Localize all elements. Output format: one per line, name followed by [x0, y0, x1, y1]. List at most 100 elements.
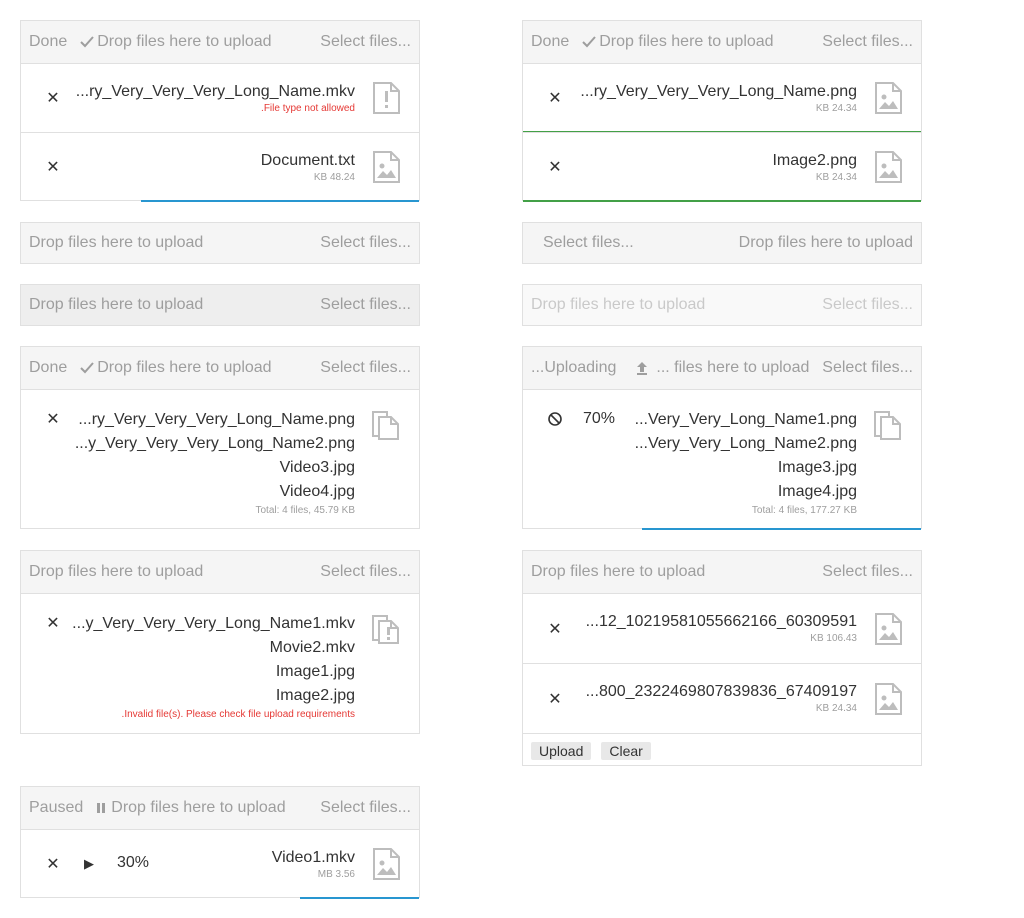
multiple-files-icon [371, 408, 401, 440]
upload-widget-6: Drop files here to upload Select files..… [522, 284, 922, 326]
drop-zone[interactable]: Drop files here to upload Select files..… [21, 223, 419, 263]
drop-hint: Drop files here to upload [531, 296, 706, 313]
file-name: Image4.jpg [777, 483, 857, 500]
file-name: Movie2.mkv [269, 639, 355, 656]
check-icon [79, 34, 95, 50]
drop-hint: Drop files here to upload [29, 563, 204, 580]
upload-button[interactable]: Upload [531, 741, 592, 760]
drop-hint: Drop files here to upload [738, 234, 913, 251]
file-size: KB 24.34 [815, 172, 857, 183]
image-file-icon [371, 848, 401, 880]
select-files-button[interactable]: Select files... [822, 359, 913, 377]
batch-total: Total: 4 files, 45.79 KB [255, 505, 355, 516]
upload-widget-3: Drop files here to upload Select files..… [20, 222, 420, 264]
status-label: ...Uploading [531, 359, 617, 376]
action-bar: Upload Clear [523, 733, 921, 767]
multiple-files-icon [873, 408, 903, 440]
select-files-button[interactable]: Select files... [320, 234, 411, 252]
file-name: Video3.jpg [279, 459, 355, 476]
file-name: ...Very_Very_Long_Name2.png [634, 435, 857, 452]
status-label: Done [29, 359, 68, 376]
upload-widget-2: Done Drop files here to upload Select fi… [522, 20, 922, 202]
file-item: ✕ Image2.png KB 24.34 [523, 132, 921, 202]
file-item: ✕ ...12_10219581055662166_60309591 KB 10… [523, 593, 921, 663]
remove-icon[interactable]: ✕ [45, 159, 61, 176]
file-name: Image1.jpg [275, 663, 355, 680]
drop-zone[interactable]: Drop files here to upload Select files..… [21, 551, 419, 593]
upload-widget-11: Paused Drop files here to upload Select … [20, 786, 420, 899]
file-size: KB 48.24 [313, 172, 355, 183]
file-name: ...ry_Very_Very_Very_Long_Name.mkv [75, 83, 355, 100]
check-icon [79, 360, 95, 376]
select-files-button[interactable]: Select files... [320, 563, 411, 581]
remove-icon[interactable]: ✕ [547, 621, 563, 638]
drop-hint: Drop files here to upload [29, 234, 204, 251]
select-files-button[interactable]: Select files... [320, 296, 411, 314]
drop-zone[interactable]: Select files... Drop files here to uploa… [523, 223, 921, 263]
success-bar [523, 200, 921, 202]
file-item: ✕ ...800_2322469807839836_67409197 KB 24… [523, 663, 921, 733]
drop-zone[interactable]: Drop files here to upload Select files..… [523, 551, 921, 593]
file-item: ✕ ...ry_Very_Very_Very_Long_Name.png KB … [523, 63, 921, 133]
file-size: KB 24.34 [815, 103, 857, 114]
remove-icon[interactable]: ✕ [547, 159, 563, 176]
select-files-button[interactable]: Select files... [543, 234, 634, 252]
remove-icon[interactable]: ✕ [45, 411, 61, 428]
file-name: Image3.jpg [777, 459, 857, 476]
drop-zone[interactable]: Done Drop files here to upload Select fi… [21, 347, 419, 389]
cancel-icon[interactable] [547, 411, 563, 427]
upload-widget-5: Drop files here to upload Select files..… [20, 284, 420, 326]
drop-hint: Drop files here to upload [531, 563, 706, 580]
select-files-button[interactable]: Select files... [320, 799, 411, 817]
file-size: MB 3.56 [317, 869, 355, 880]
file-name: ...Very_Very_Long_Name1.png [634, 411, 857, 428]
status-label: Done [29, 33, 68, 50]
resume-icon[interactable]: ▶ [81, 856, 97, 872]
drop-hint: Drop files here to upload [111, 799, 286, 816]
file-batch: 70% ...Very_Very_Long_Name1.png ...Very_… [523, 389, 921, 530]
drop-zone[interactable]: Drop files here to upload Select files..… [21, 285, 419, 325]
file-name: Document.txt [260, 152, 355, 169]
select-files-button: Select files... [822, 296, 913, 313]
progress-bar [642, 528, 921, 530]
warning-file-icon [371, 82, 401, 114]
remove-icon[interactable]: ✕ [45, 856, 61, 873]
file-error: .File type not allowed [261, 103, 355, 114]
drop-hint: Drop files here to upload [97, 33, 272, 50]
remove-icon[interactable]: ✕ [547, 691, 563, 708]
remove-icon[interactable]: ✕ [45, 615, 61, 632]
upload-widget-1: Done Drop files here to upload Select fi… [20, 20, 420, 202]
select-files-button[interactable]: Select files... [320, 33, 411, 51]
file-name: ...y_Very_Very_Very_Long_Name2.png [74, 435, 355, 452]
file-size: KB 106.43 [810, 633, 857, 644]
file-item: ✕ Document.txt KB 48.24 [21, 132, 419, 202]
drop-zone[interactable]: ...Uploading ... files here to upload Se… [523, 347, 921, 389]
file-item: ✕ ▶ 30% Video1.mkv MB 3.56 [21, 829, 419, 899]
select-files-button[interactable]: Select files... [320, 359, 411, 377]
drop-zone: Drop files here to upload Select files..… [523, 285, 921, 325]
image-file-icon [873, 151, 903, 183]
pause-icon [95, 801, 107, 815]
select-files-button[interactable]: Select files... [822, 563, 913, 581]
upload-widget-4: Select files... Drop files here to uploa… [522, 222, 922, 264]
file-name: ...800_2322469807839836_67409197 [585, 683, 857, 700]
clear-button[interactable]: Clear [601, 741, 651, 760]
file-item: ✕ ...ry_Very_Very_Very_Long_Name.mkv .Fi… [21, 63, 419, 132]
remove-icon[interactable]: ✕ [45, 90, 61, 107]
file-name: Image2.jpg [275, 687, 355, 704]
batch-error: .Invalid file(s). Please check file uplo… [121, 709, 355, 720]
remove-icon[interactable]: ✕ [547, 90, 563, 107]
drop-zone[interactable]: Done Drop files here to upload Select fi… [523, 21, 921, 63]
upload-percent: 30% [117, 854, 150, 871]
file-name: ...ry_Very_Very_Very_Long_Name.png [580, 83, 857, 100]
upload-widget-9: Drop files here to upload Select files..… [20, 550, 420, 734]
drop-zone[interactable]: Done Drop files here to upload Select fi… [21, 21, 419, 63]
drop-hint: Drop files here to upload [97, 359, 272, 376]
batch-total: Total: 4 files, 177.27 KB [751, 505, 857, 516]
progress-bar [299, 897, 419, 899]
upload-widget-7: Done Drop files here to upload Select fi… [20, 346, 420, 529]
image-file-icon [873, 82, 903, 114]
status-label: Done [531, 33, 570, 50]
drop-zone[interactable]: Paused Drop files here to upload Select … [21, 787, 419, 829]
select-files-button[interactable]: Select files... [822, 33, 913, 51]
